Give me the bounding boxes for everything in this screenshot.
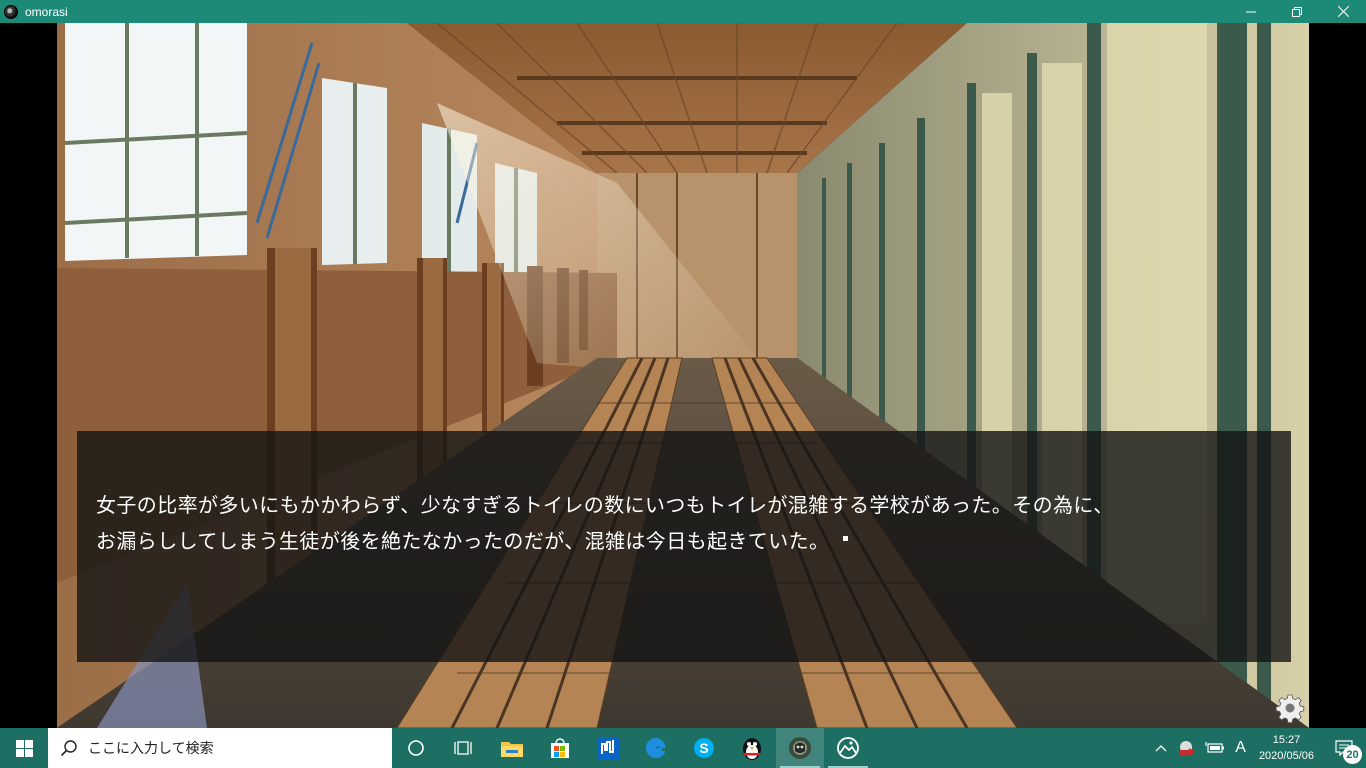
restore-button[interactable]	[1274, 0, 1320, 23]
show-hidden-icons-button[interactable]	[1150, 728, 1172, 768]
battery-icon	[1205, 742, 1225, 753]
game-screen[interactable]: 女子の比率が多いにもかかわらず、少なすぎるトイレの数にいつもトイレが混雑する学校…	[57, 23, 1309, 728]
window-controls	[1228, 0, 1366, 23]
close-icon	[1337, 6, 1349, 17]
dialogue-text: 女子の比率が多いにもかかわらず、少なすぎるトイレの数にいつもトイレが混雑する学校…	[96, 487, 1276, 559]
system-tray: A 15:27 2020/05/06 20	[1150, 728, 1366, 768]
penguin-app-icon	[743, 738, 761, 760]
photos-icon	[837, 737, 859, 759]
skype-icon: S	[694, 738, 714, 758]
store-button[interactable]	[536, 728, 584, 768]
store-icon	[551, 738, 569, 758]
cortana-icon	[408, 740, 424, 756]
penguin-app-button[interactable]	[728, 728, 776, 768]
svg-text:S: S	[699, 740, 708, 756]
taskbar: ここに入力して検索 S A 15:27 2020/05/06 20	[0, 728, 1366, 768]
dialogue-line-1: 女子の比率が多いにもかかわらず、少なすぎるトイレの数にいつもトイレが混雑する学校…	[96, 493, 1114, 517]
start-button[interactable]	[0, 728, 48, 768]
chevron-up-icon	[1155, 745, 1167, 752]
file-explorer-icon	[501, 742, 523, 757]
ime-mode-indicator[interactable]: A	[1230, 728, 1251, 768]
dialogue-line-2: お漏らししてしまう生徒が後を絶たなかったのだが、混雑は今日も起きていた。	[96, 523, 1276, 559]
gear-icon[interactable]	[1275, 693, 1305, 723]
continue-caret-icon	[843, 536, 849, 541]
tray-app-icon	[1180, 741, 1195, 755]
notification-count-badge: 20	[1343, 745, 1362, 764]
game-app-button[interactable]	[776, 728, 824, 768]
search-placeholder: ここに入力して検索	[88, 741, 214, 757]
close-button[interactable]	[1320, 0, 1366, 23]
windows-logo-icon	[15, 739, 33, 757]
tray-app-button[interactable]	[1172, 728, 1200, 768]
task-view-icon	[454, 741, 472, 755]
task-view-button[interactable]	[440, 728, 488, 768]
clock-time: 15:27	[1272, 734, 1301, 746]
window-title: omorasi	[25, 4, 68, 19]
app-logo-icon	[4, 4, 18, 19]
action-center-button[interactable]: 20	[1322, 728, 1366, 768]
edge-icon	[645, 737, 666, 758]
clock-date: 2020/05/06	[1258, 750, 1314, 762]
minimize-icon	[1246, 11, 1256, 12]
file-explorer-button[interactable]	[488, 728, 536, 768]
search-icon	[60, 740, 77, 757]
window-titlebar[interactable]: omorasi	[0, 0, 1366, 23]
pinned-app-button[interactable]	[584, 728, 632, 768]
app-icon	[597, 737, 619, 759]
battery-button[interactable]	[1200, 728, 1230, 768]
dialogue-line-2-text: お漏らししてしまう生徒が後を絶たなかったのだが、混雑は今日も起きていた。	[96, 529, 830, 553]
clock[interactable]: 15:27 2020/05/06	[1251, 728, 1322, 768]
cortana-button[interactable]	[392, 728, 440, 768]
dialogue-box[interactable]: 女子の比率が多いにもかかわらず、少なすぎるトイレの数にいつもトイレが混雑する学校…	[77, 431, 1291, 662]
skype-button[interactable]: S	[680, 728, 728, 768]
edge-button[interactable]	[632, 728, 680, 768]
game-app-icon	[789, 737, 811, 759]
search-box[interactable]: ここに入力して検索	[48, 728, 392, 768]
minimize-button[interactable]	[1228, 0, 1274, 23]
restore-icon	[1292, 6, 1302, 17]
photos-button[interactable]	[824, 728, 872, 768]
